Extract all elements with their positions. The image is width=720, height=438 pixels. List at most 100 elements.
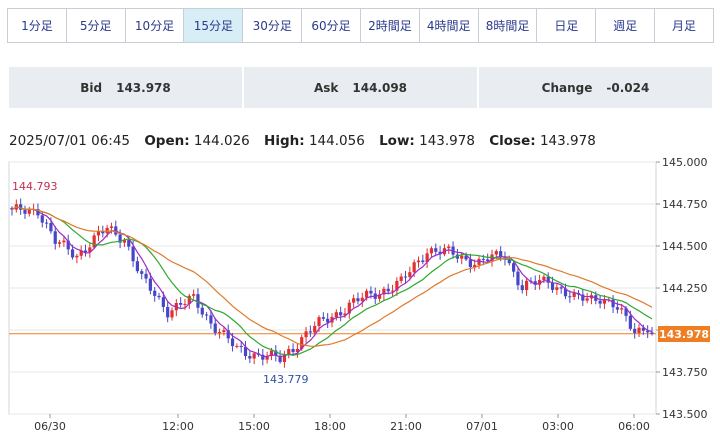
y-axis: 145.000144.750144.500144.250144.000143.7… xyxy=(656,156,708,421)
price-chart[interactable]: 145.000144.750144.500144.250144.000143.7… xyxy=(0,150,720,438)
candle-body xyxy=(399,276,403,281)
y-tick-label: 145.000 xyxy=(662,156,708,169)
candle-body xyxy=(144,273,148,279)
change-label: Change xyxy=(541,80,593,95)
candle-body xyxy=(53,231,57,244)
candle-body xyxy=(235,345,239,347)
candle-body xyxy=(334,312,338,318)
low-marker-label: 143.779 xyxy=(263,373,309,386)
candle-body xyxy=(135,261,140,272)
candle-body xyxy=(291,348,295,352)
tab-7[interactable]: 2時間足 xyxy=(361,9,420,42)
bid-value: 143.978 xyxy=(116,80,171,95)
candle-body xyxy=(339,312,343,316)
bid-label: Bid xyxy=(80,80,103,95)
candle-body xyxy=(70,249,75,258)
tab-6[interactable]: 60分足 xyxy=(302,9,361,42)
candle-body xyxy=(520,285,524,291)
x-tick-label: 06:00 xyxy=(618,420,650,433)
candle-body xyxy=(179,303,183,305)
high-marker-label: 144.793 xyxy=(12,180,58,193)
candle-body xyxy=(412,262,416,273)
open-label: Open: xyxy=(144,133,190,149)
tab-2[interactable]: 5分足 xyxy=(67,9,126,42)
candle-body xyxy=(555,287,559,290)
candle-body xyxy=(109,226,114,228)
candle-body xyxy=(92,235,96,248)
ask-value: 144.098 xyxy=(352,80,408,95)
candle-body xyxy=(23,209,27,214)
candle-body xyxy=(161,297,165,307)
candle-body xyxy=(166,306,170,318)
candle-body xyxy=(217,332,222,334)
tab-1[interactable]: 1分足 xyxy=(8,9,67,42)
tab-12[interactable]: 月足 xyxy=(655,9,713,42)
candle-body xyxy=(369,290,373,294)
current-price-label: 143.978 xyxy=(659,328,709,341)
tab-4[interactable]: 15分足 xyxy=(184,9,244,42)
tab-3[interactable]: 10分足 xyxy=(126,9,185,42)
candle-body xyxy=(637,327,641,333)
y-tick-label: 144.500 xyxy=(662,240,708,253)
candle-body xyxy=(148,278,152,291)
candle-body xyxy=(602,300,607,304)
candle-body xyxy=(321,317,325,319)
ask-cell: Ask 144.098 xyxy=(244,67,479,108)
y-tick-label: 143.750 xyxy=(662,366,708,379)
candle-body xyxy=(628,315,632,329)
x-axis: 06/30 12:00 15:00 18:00 21:00 07/01 03:00 06:00 xyxy=(34,414,650,433)
candle-body xyxy=(131,246,135,262)
candle-body xyxy=(252,353,256,359)
low-label: Low: xyxy=(379,133,415,149)
candle-body xyxy=(157,295,161,298)
candle-body xyxy=(248,356,252,359)
high-label: High: xyxy=(264,133,305,149)
quote-bar: Bid 143.978 Ask 144.098 Change -0.024 xyxy=(9,67,712,108)
y-tick-label: 143.500 xyxy=(662,408,708,421)
candle-body xyxy=(421,260,425,263)
x-tick-label: 06/30 xyxy=(34,420,66,433)
candle-body xyxy=(516,271,520,286)
tab-10[interactable]: 日足 xyxy=(537,9,597,42)
x-tick-label: 18:00 xyxy=(314,420,346,433)
y-tick-label: 144.250 xyxy=(662,282,708,295)
candle-body xyxy=(304,331,308,338)
change-value: -0.024 xyxy=(606,80,650,95)
candle-body xyxy=(287,348,291,355)
candle-body xyxy=(434,248,438,252)
open-value: 144.026 xyxy=(193,133,250,149)
candle-body xyxy=(230,338,235,347)
candle-body xyxy=(408,272,412,277)
timeframe-tabs: 1分足 5分足 10分足 15分足 30分足 60分足 2時間足 4時間足 8時間足 日足 週足 月足 xyxy=(7,8,714,43)
x-tick-label: 12:00 xyxy=(162,420,194,433)
x-tick-label: 21:00 xyxy=(390,420,422,433)
candle-body xyxy=(386,288,390,292)
ohlc-readout: 2025/07/01 06:45 Open: 144.026 High: 144… xyxy=(9,133,596,149)
high-value: 144.056 xyxy=(308,133,365,149)
candle-body xyxy=(416,260,421,263)
candle-body xyxy=(364,290,369,298)
candle-body xyxy=(447,246,451,249)
y-tick-label: 144.750 xyxy=(662,198,708,211)
candle-body xyxy=(317,317,321,327)
candle-body xyxy=(183,303,187,305)
candle-body xyxy=(403,276,408,278)
candle-body xyxy=(127,240,131,247)
candle-body xyxy=(550,282,555,290)
candle-body xyxy=(559,287,563,289)
candle-body xyxy=(468,259,472,268)
candle-body xyxy=(650,332,654,334)
candle-body xyxy=(512,263,516,272)
tab-11[interactable]: 週足 xyxy=(596,9,656,42)
candle-body xyxy=(615,307,620,310)
candle-body xyxy=(360,297,364,302)
candle-body xyxy=(486,259,490,262)
tab-8[interactable]: 4時間足 xyxy=(420,9,479,42)
candle-body xyxy=(542,276,546,281)
candle-body xyxy=(585,298,589,301)
candle-body xyxy=(44,222,49,224)
tab-9[interactable]: 8時間足 xyxy=(479,9,538,42)
candle-body xyxy=(239,345,243,347)
tab-5[interactable]: 30分足 xyxy=(243,9,303,42)
candle-body xyxy=(200,307,204,315)
